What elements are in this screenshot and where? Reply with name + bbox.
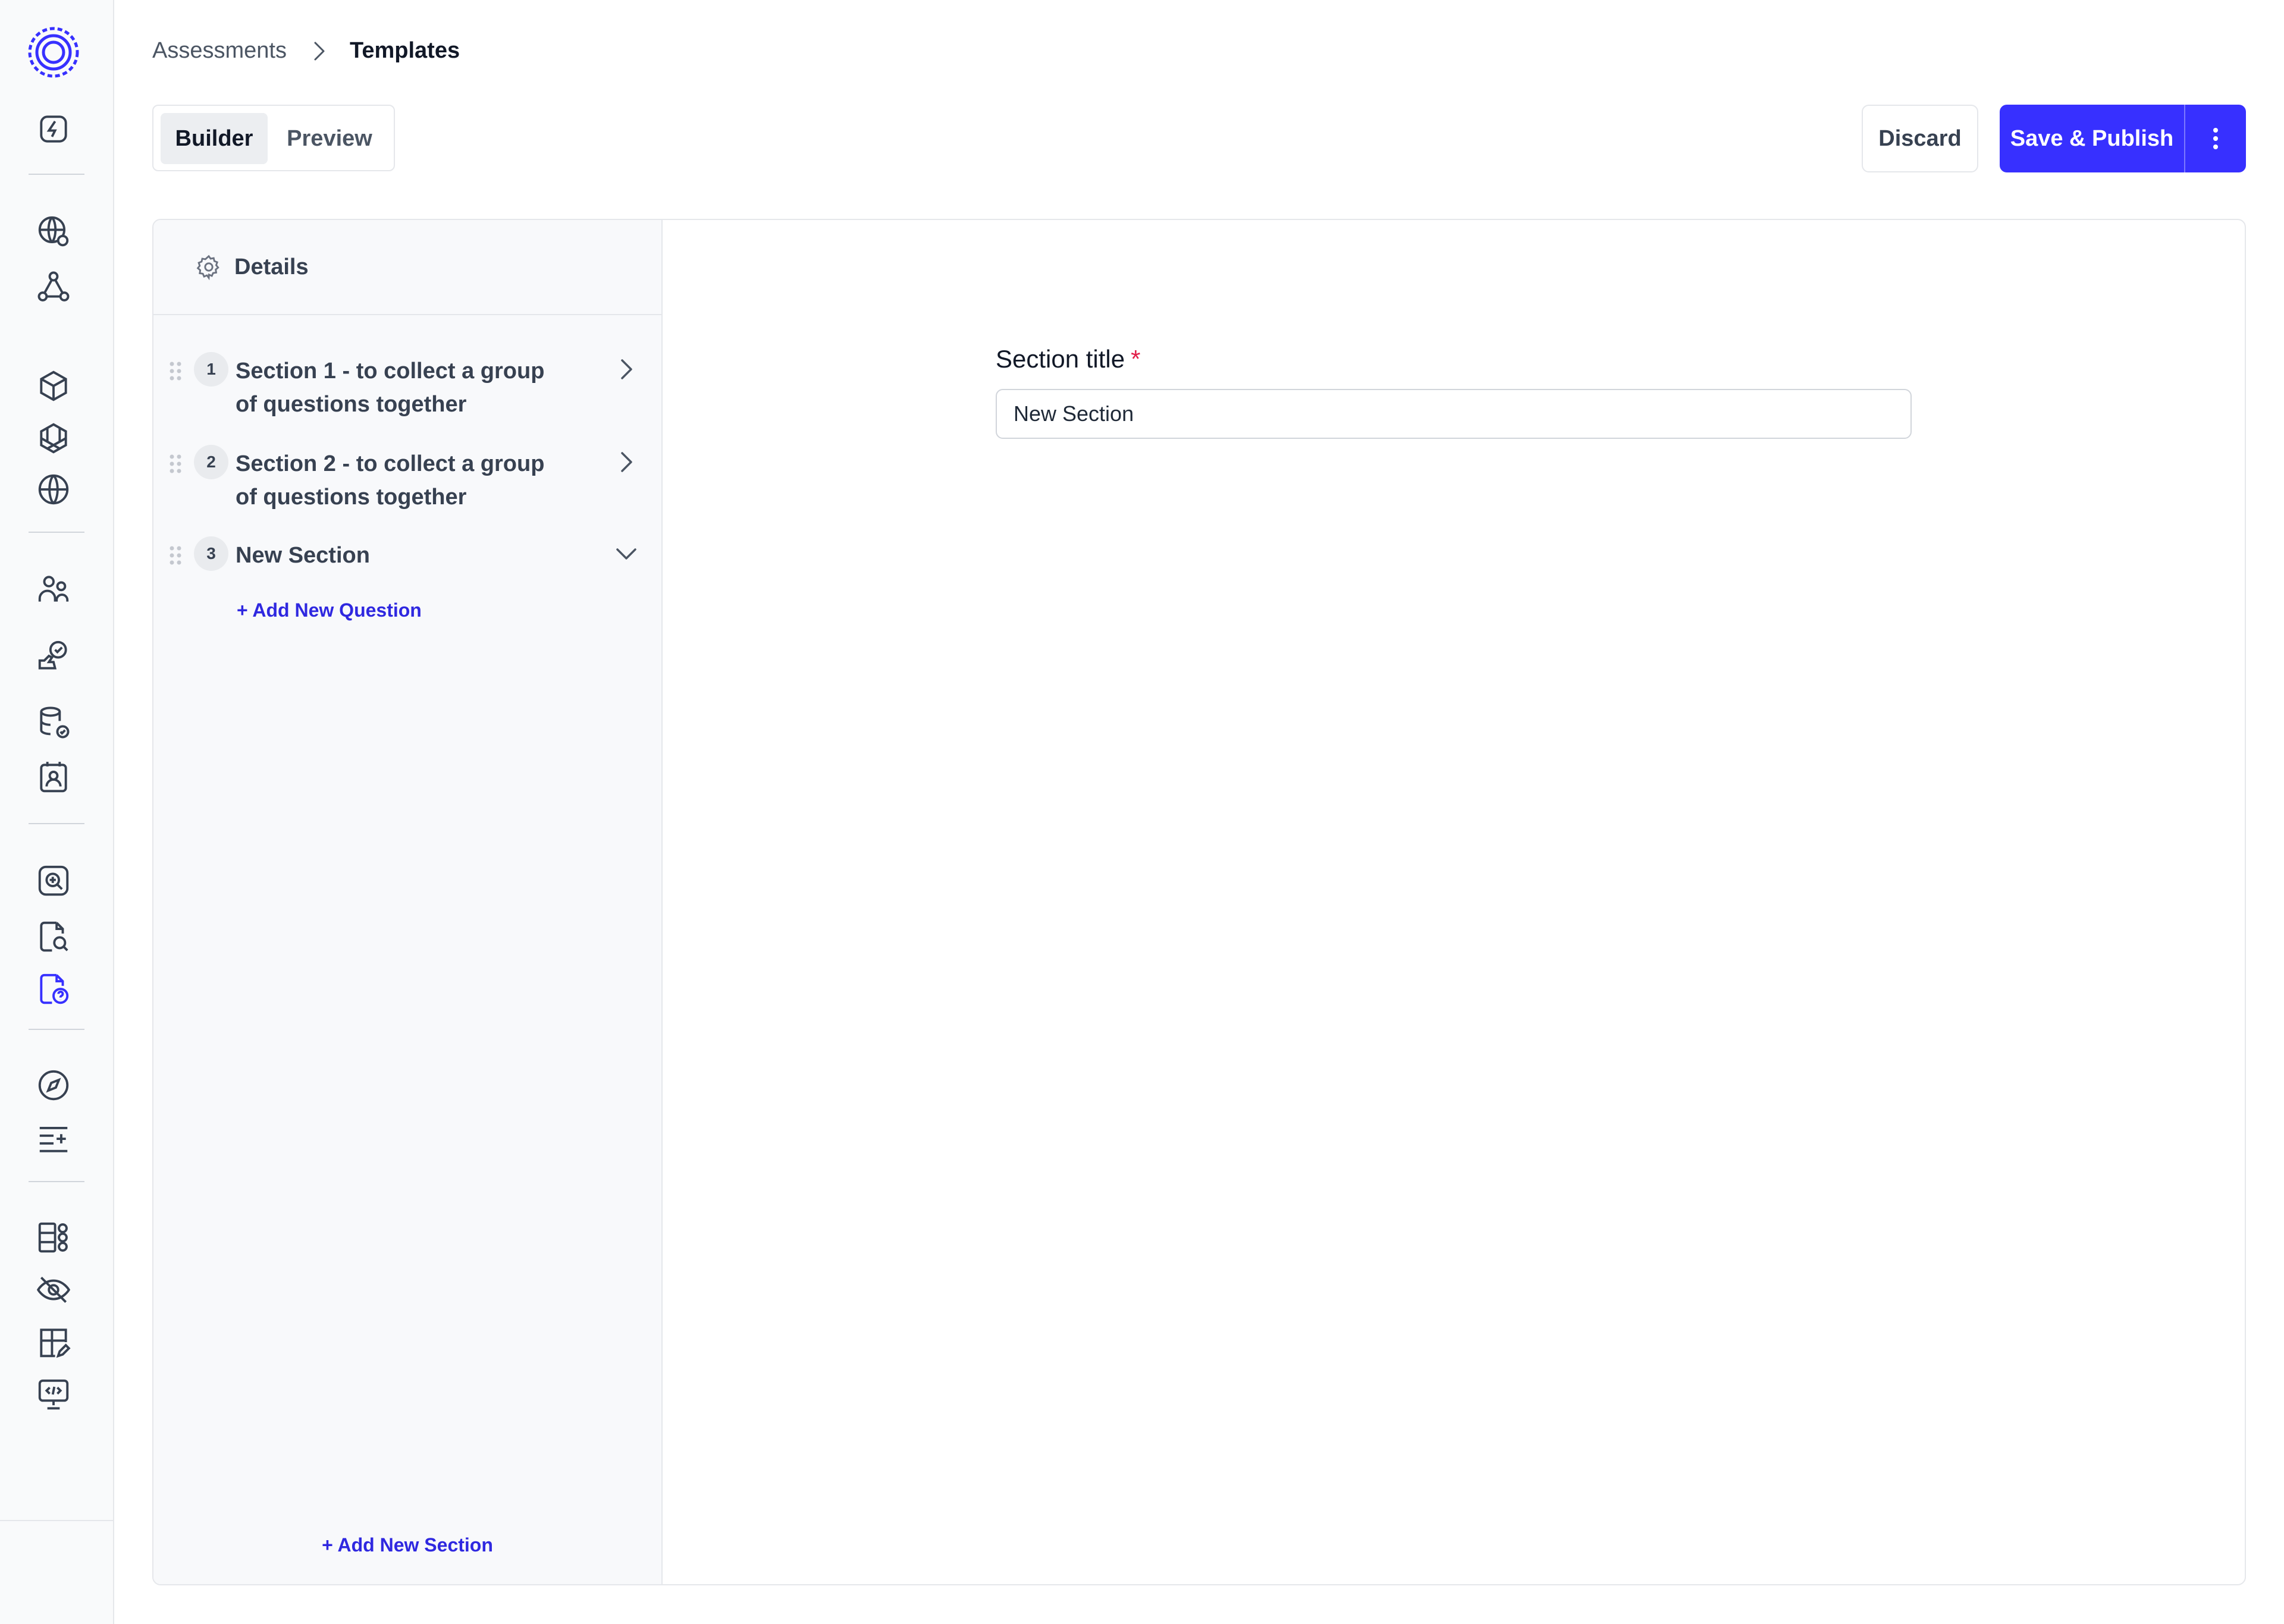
drag-handle-icon[interactable] [167,452,184,476]
section-title-input[interactable] [996,389,1912,439]
logo-icon[interactable] [26,25,81,80]
section-title: Section 1 - to collect a group of questi… [236,359,545,417]
cubes-icon[interactable] [33,417,74,459]
chevron-down-icon[interactable] [611,539,641,568]
chevron-right-icon[interactable] [611,447,641,477]
bolt-icon[interactable] [33,108,74,150]
breadcrumb: Assessments Templates [152,38,460,64]
add-section-link[interactable]: + Add New Section [153,1534,661,1556]
view-toggle: Builder Preview [152,105,395,171]
gear-icon [196,255,219,281]
users-icon[interactable] [33,568,74,610]
save-publish-split-button: Save & Publish [2000,105,2246,172]
document-question-icon[interactable] [33,968,74,1010]
breadcrumb-assessments[interactable]: Assessments [152,38,287,64]
globe-icon[interactable] [33,469,74,510]
section-title-label: Section title * [996,345,1912,373]
section-title: New Section [236,543,370,568]
section-number: 1 [194,352,228,387]
document-search-icon[interactable] [33,916,74,957]
breadcrumb-templates: Templates [349,38,460,63]
drag-handle-icon[interactable] [167,359,184,383]
more-vertical-icon [2213,128,2218,149]
section-number: 3 [194,536,228,571]
apps-grid-icon[interactable] [33,1217,74,1258]
contact-card-icon[interactable] [33,756,74,798]
tab-builder[interactable]: Builder [161,113,268,164]
eye-off-icon[interactable] [33,1269,74,1311]
approval-icon[interactable] [33,635,74,677]
section-title-label-text: Section title [996,345,1125,373]
section-title: Section 2 - to collect a group of questi… [236,451,545,510]
search-zoom-icon[interactable] [33,860,74,901]
chevron-right-icon [314,42,325,60]
cube-icon[interactable] [33,365,74,407]
layout-edit-icon[interactable] [33,1321,74,1363]
details-item[interactable]: Details [153,220,661,315]
save-publish-button[interactable]: Save & Publish [2000,105,2185,172]
database-check-icon[interactable] [33,702,74,743]
tab-preview[interactable]: Preview [271,113,388,164]
text-sparkle-icon[interactable] [33,1118,74,1160]
compass-icon[interactable] [33,1064,74,1106]
discard-button[interactable]: Discard [1862,105,1978,172]
chevron-right-icon[interactable] [611,354,641,384]
globe-settings-icon[interactable] [33,211,74,252]
nav-rail [0,0,114,1624]
add-question-link[interactable]: + Add New Question [237,599,422,621]
more-options-button[interactable] [2185,105,2246,172]
details-label: Details [234,254,309,279]
drag-handle-icon[interactable] [167,544,184,567]
section-form: Section title * [996,345,1912,439]
section-outline: Details 1 Section 1 - to collect a group… [153,220,663,1584]
required-indicator: * [1131,345,1141,373]
section-number: 2 [194,445,228,479]
code-monitor-icon[interactable] [33,1374,74,1415]
builder-panel: Details 1 Section 1 - to collect a group… [152,219,2246,1585]
network-icon[interactable] [33,266,74,308]
